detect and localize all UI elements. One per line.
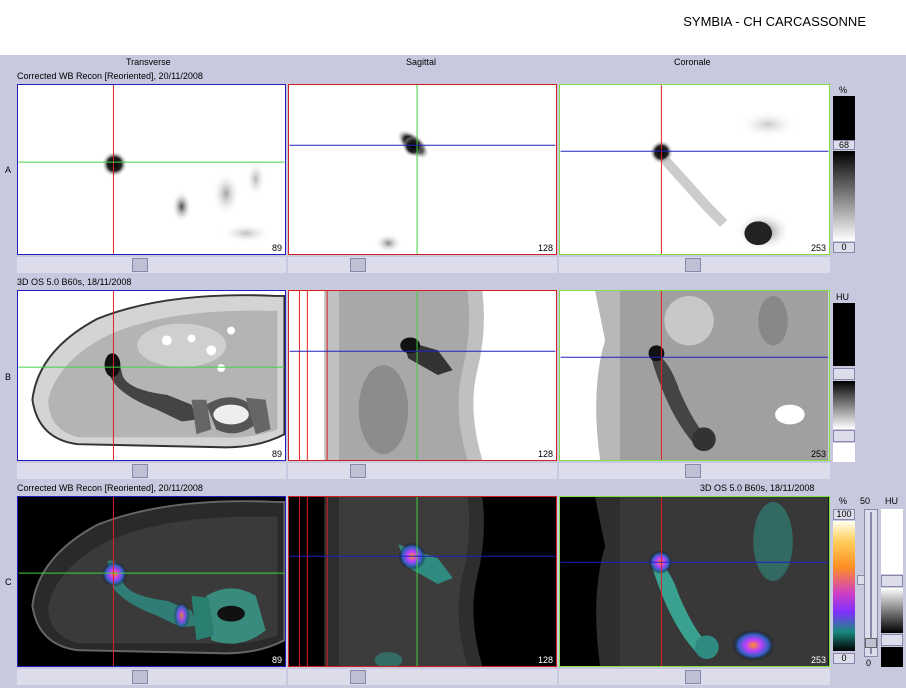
slice-number: 253 [810,655,826,665]
scale-c-ct-top [881,509,903,574]
scale-c-ct-unit: HU [885,496,898,506]
pet-sagittal-image [289,85,556,254]
scale-a-min-box[interactable]: 0 [833,242,855,253]
viewport-a-transverse[interactable]: 89 [17,84,286,255]
row-c-info-left: Corrected WB Recon [Reoriented], 20/11/2… [17,483,203,493]
row-b-info: 3D OS 5.0 B60s, 18/11/2008 [17,277,132,287]
pet-transverse-image [18,85,285,254]
scrollbar-a-sagittal[interactable] [288,257,557,273]
scale-a-gradient [833,151,855,241]
column-label-coronal: Coronale [674,57,711,67]
scale-c-max-box[interactable]: 100 [833,509,855,520]
slice-number: 253 [810,243,826,253]
fusion-blend-min: 0 [866,658,872,668]
row-b-letter: B [5,372,12,382]
scroll-thumb[interactable] [350,670,366,684]
scroll-thumb[interactable] [350,258,366,272]
scale-b-unit: HU [836,292,849,302]
viewport-c-sagittal[interactable]: 128 [288,496,557,667]
viewport-a-coronal[interactable]: 253 [559,84,830,255]
fusion-blend-slider[interactable] [864,509,878,657]
scrollbar-b-sagittal[interactable] [288,463,557,479]
row-a-letter: A [5,165,12,175]
scale-c-min-box[interactable]: 0 [833,653,855,664]
viewport-b-sagittal[interactable]: 128 [288,290,557,461]
scrollbar-a-transverse[interactable] [17,257,286,273]
fusion-blend-track [870,512,872,654]
ct-transverse-image [18,291,285,460]
scroll-thumb[interactable] [132,464,148,478]
ct-coronal-image [560,291,829,460]
fusion-transverse-image [18,497,285,666]
header-bar: SYMBIA - CH CARCASSONNE [0,0,906,55]
scroll-thumb[interactable] [685,464,701,478]
column-label-sagittal: Sagittal [406,57,437,67]
scrollbar-a-coronal[interactable] [559,257,830,273]
scrollbar-b-coronal[interactable] [559,463,830,479]
scale-a-unit: % [839,85,848,95]
scroll-thumb[interactable] [350,464,366,478]
scale-c-ct-gradient [881,588,903,633]
slice-number: 128 [537,243,553,253]
scale-c-ct-bottom [881,647,903,667]
slice-number: 253 [810,449,826,459]
scale-b-bottom-block [833,443,855,462]
viewport-b-coronal[interactable]: 253 [559,290,830,461]
fusion-coronal-image [560,497,829,666]
ct-sagittal-image [289,291,556,460]
scroll-thumb[interactable] [685,258,701,272]
fusion-sagittal-image [289,497,556,666]
scale-b-top-block [833,303,855,366]
scale-c-ct-lower-handle[interactable] [881,634,903,646]
scroll-thumb[interactable] [132,670,148,684]
scale-b-gradient [833,381,855,429]
viewport-c-transverse[interactable]: 89 [17,496,286,667]
scale-a-top-block [833,96,855,144]
scrollbar-c-sagittal[interactable] [288,669,557,685]
row-a-info: Corrected WB Recon [Reoriented], 20/11/2… [17,71,203,81]
scale-c-colormap [833,521,855,651]
viewport-a-sagittal[interactable]: 128 [288,84,557,255]
fusion-blend-thumb[interactable] [865,638,877,648]
row-c-info-right: 3D OS 5.0 B60s, 18/11/2008 [700,483,815,493]
scale-c-unit: % [839,496,848,506]
slice-number: 89 [271,243,282,253]
fusion-blend-value: 50 [860,496,871,506]
column-label-transverse: Transverse [126,57,171,67]
viewport-b-transverse[interactable]: 89 [17,290,286,461]
slice-number: 128 [537,449,553,459]
scrollbar-c-transverse[interactable] [17,669,286,685]
viewport-c-coronal[interactable]: 253 [559,496,830,667]
scroll-thumb[interactable] [685,670,701,684]
scroll-thumb[interactable] [132,258,148,272]
scale-a-max-box[interactable]: 68 [833,140,855,150]
scrollbar-b-transverse[interactable] [17,463,286,479]
scrollbar-c-coronal[interactable] [559,669,830,685]
pet-coronal-image [560,85,829,254]
slice-number: 89 [271,449,282,459]
slice-number: 89 [271,655,282,665]
scale-c-ct-upper-handle[interactable] [881,575,903,587]
site-name: SYMBIA - CH CARCASSONNE [683,14,866,29]
scale-b-lower-handle[interactable] [833,430,855,442]
slice-number: 128 [537,655,553,665]
scale-b-upper-handle[interactable] [833,368,855,380]
row-c-letter: C [5,577,12,587]
